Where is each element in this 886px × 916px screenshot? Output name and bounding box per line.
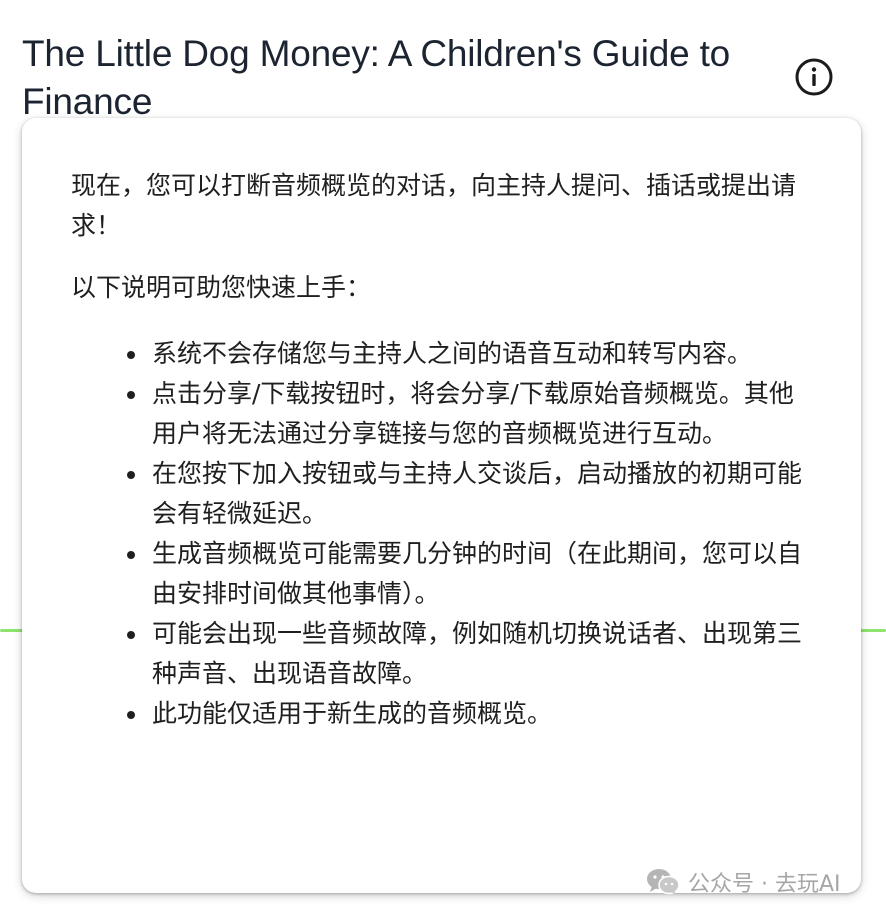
list-item: 点击分享/下载按钮时，将会分享/下载原始音频概览。其他用户将无法通过分享链接与您…	[127, 374, 813, 454]
list-item: 生成音频概览可能需要几分钟的时间（在此期间，您可以自由安排时间做其他事情）。	[127, 534, 813, 614]
notebook-title: The Little Dog Money: A Children's Guide…	[22, 33, 731, 122]
info-icon	[795, 58, 833, 96]
info-button[interactable]	[794, 57, 834, 97]
popover-intro-text: 现在，您可以打断音频概览的对话，向主持人提问、插话或提出请求！	[71, 171, 797, 240]
instructions-list: 系统不会存储您与主持人之间的语音互动和转写内容。 点击分享/下载按钮时，将会分享…	[71, 334, 813, 734]
interactive-mode-info-popover: 现在，您可以打断音频概览的对话，向主持人提问、插话或提出请求！ 以下说明可助您快…	[22, 118, 861, 893]
list-item: 在您按下加入按钮或与主持人交谈后，启动播放的初期可能会有轻微延迟。	[127, 454, 813, 534]
watermark: 公众号 · 去玩AI	[646, 866, 841, 898]
list-item: 此功能仅适用于新生成的音频概览。	[127, 694, 813, 734]
list-item: 系统不会存储您与主持人之间的语音互动和转写内容。	[127, 334, 813, 374]
list-item: 可能会出现一些音频故障，例如随机切换说话者、出现第三种声音、出现语音故障。	[127, 614, 813, 694]
watermark-text: 公众号 · 去玩AI	[688, 872, 841, 897]
wechat-icon	[647, 869, 680, 895]
popover-lead-text: 以下说明可助您快速上手：	[71, 273, 372, 302]
